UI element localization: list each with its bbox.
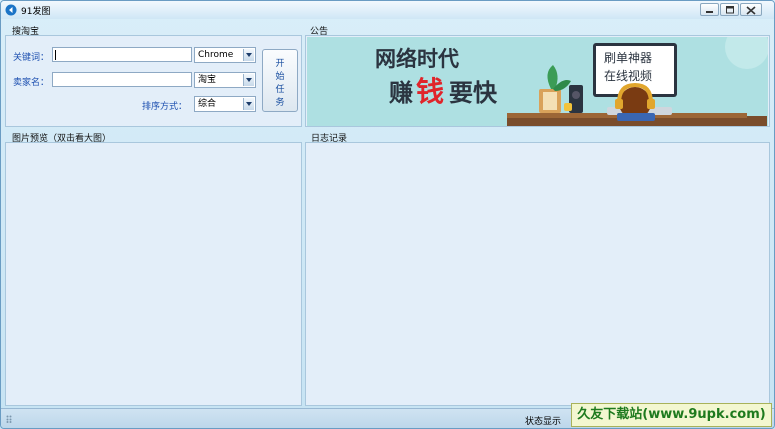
start-task-button[interactable]: 开 始 任 务 bbox=[262, 49, 298, 112]
close-button[interactable] bbox=[740, 3, 762, 16]
platform-select[interactable]: 淘宝 bbox=[194, 72, 256, 88]
close-icon bbox=[746, 6, 756, 15]
banner-board-line-1: 刷单神器 bbox=[604, 51, 653, 65]
keyword-input[interactable] bbox=[52, 47, 192, 62]
sort-select-value: 综合 bbox=[198, 99, 217, 109]
log-area[interactable] bbox=[305, 142, 770, 406]
start-button-char: 始 bbox=[275, 72, 285, 82]
dropdown-button[interactable] bbox=[243, 98, 254, 110]
browser-select[interactable]: Chrome bbox=[194, 47, 256, 63]
chevron-down-icon bbox=[246, 102, 252, 106]
start-button-char: 务 bbox=[275, 98, 285, 108]
app-icon bbox=[5, 4, 17, 16]
sort-select[interactable]: 综合 bbox=[194, 96, 256, 112]
sort-label: 排序方式： bbox=[141, 102, 187, 112]
platform-select-value: 淘宝 bbox=[198, 75, 217, 85]
banner-headline-2a: 赚 bbox=[389, 79, 413, 107]
grip-icon bbox=[6, 415, 12, 423]
maximize-icon bbox=[726, 6, 734, 14]
maximize-button[interactable] bbox=[720, 3, 739, 16]
status-text: 状态显示 bbox=[525, 417, 562, 427]
banner-board-line-2: 在线视频 bbox=[604, 69, 653, 83]
minimize-button[interactable] bbox=[700, 3, 719, 16]
minimize-icon bbox=[706, 11, 713, 13]
start-button-char: 开 bbox=[275, 59, 285, 69]
dropdown-button[interactable] bbox=[243, 74, 254, 86]
text-caret bbox=[55, 50, 56, 60]
seller-label: 卖家名： bbox=[12, 78, 49, 88]
start-button-char: 任 bbox=[275, 85, 285, 95]
browser-select-value: Chrome bbox=[198, 50, 234, 60]
chevron-down-icon bbox=[246, 78, 252, 82]
notice-banner[interactable]: 网络时代 赚 钱 要快 刷单神器 在线视频 bbox=[307, 37, 768, 126]
banner-headline-2c: 要快 bbox=[449, 79, 497, 107]
title-bar: 91发图 bbox=[1, 1, 774, 19]
chevron-down-icon bbox=[246, 53, 252, 57]
banner-headline-2b: 钱 bbox=[416, 75, 445, 108]
seller-input[interactable] bbox=[52, 72, 192, 87]
app-window: 91发图 搜淘宝 关键词： Chrome 卖家名： 淘宝 排序方式： 综合 开 … bbox=[0, 0, 775, 429]
image-preview-area[interactable] bbox=[5, 142, 302, 406]
window-title: 91发图 bbox=[21, 7, 51, 17]
keyword-label: 关键词： bbox=[12, 53, 49, 63]
banner-headline-1: 网络时代 bbox=[375, 47, 459, 71]
watermark: 久友下载站(www.9upk.com) bbox=[571, 403, 772, 427]
dropdown-button[interactable] bbox=[243, 49, 254, 61]
